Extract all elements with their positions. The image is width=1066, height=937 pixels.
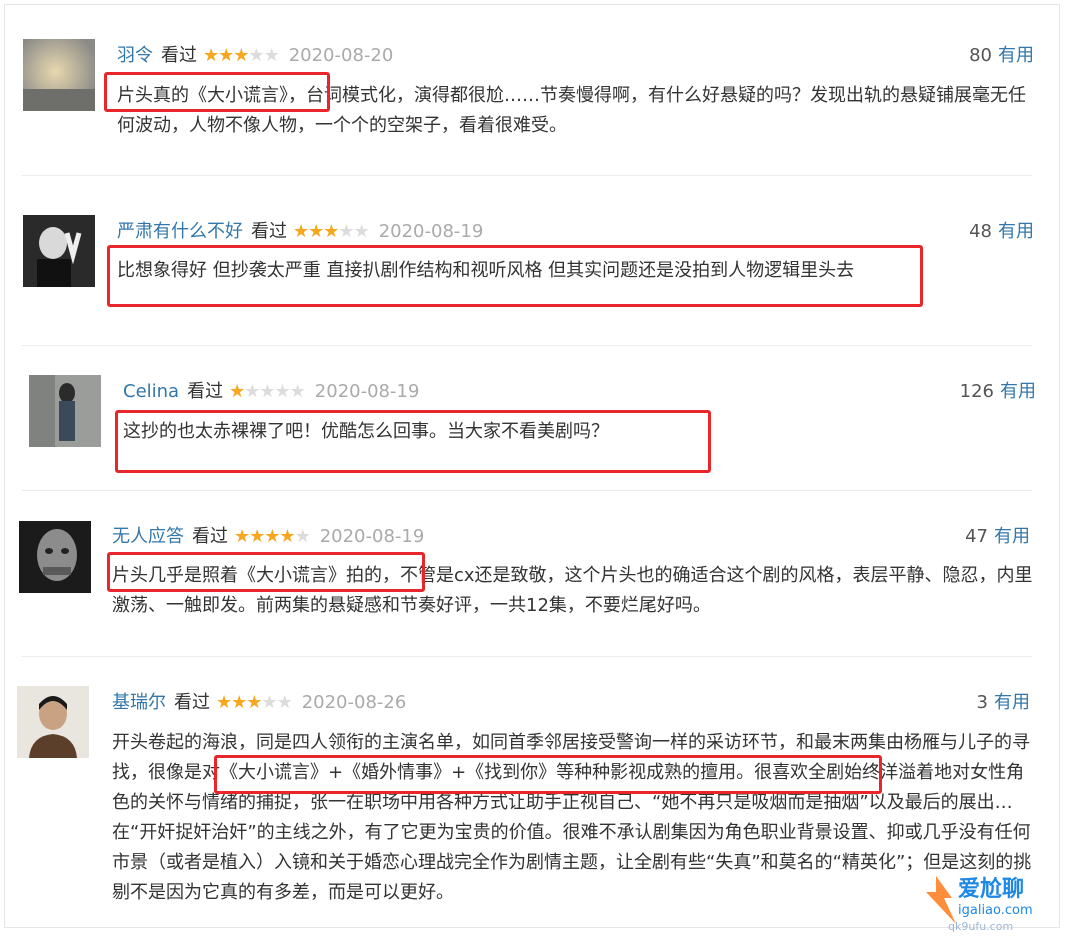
star-filled-icon: ★	[293, 221, 309, 242]
review-date: 2020-08-20	[288, 45, 394, 66]
review-date: 2020-08-19	[319, 526, 425, 547]
highlight-box	[115, 410, 711, 473]
highlight-box	[214, 755, 882, 794]
review-date: 2020-08-19	[314, 381, 420, 402]
watch-status: 看过	[187, 381, 224, 402]
star-filled-icon: ★	[218, 45, 234, 66]
useful-button[interactable]: 有用	[1000, 381, 1036, 402]
watch-status: 看过	[161, 45, 197, 66]
star-filled-icon: ★	[279, 526, 295, 547]
review-date: 2020-08-26	[301, 692, 407, 713]
username[interactable]: Celina	[123, 380, 179, 404]
star-filled-icon: ★	[234, 526, 250, 547]
star-empty-icon: ★	[274, 381, 291, 402]
star-filled-icon: ★	[264, 526, 280, 547]
rating-stars: ★★★★★	[216, 691, 293, 715]
watch-status: 看过	[192, 526, 228, 547]
rating-stars: ★★★★★	[293, 220, 370, 244]
star-filled-icon: ★	[216, 692, 232, 713]
useful-button[interactable]: 有用	[994, 692, 1030, 713]
vote-count: 80	[969, 45, 992, 66]
rating-stars: ★★★★★	[203, 44, 280, 68]
star-empty-icon: ★	[353, 221, 370, 242]
avatar[interactable]	[19, 521, 91, 593]
star-filled-icon: ★	[231, 692, 247, 713]
star-empty-icon: ★	[248, 45, 264, 66]
star-empty-icon: ★	[276, 692, 293, 713]
useful-button[interactable]: 有用	[998, 45, 1034, 66]
vote-count: 126	[959, 381, 994, 402]
username[interactable]: 基瑞尔	[112, 691, 166, 715]
star-filled-icon: ★	[203, 45, 219, 66]
avatar[interactable]	[23, 215, 95, 287]
star-filled-icon: ★	[249, 526, 265, 547]
rating-stars: ★★★★★	[229, 380, 306, 404]
star-empty-icon: ★	[294, 526, 311, 547]
vote-count: 3	[976, 692, 988, 713]
username[interactable]: 无人应答	[112, 525, 184, 549]
watch-status: 看过	[251, 221, 287, 242]
star-empty-icon: ★	[261, 692, 277, 713]
rating-stars: ★★★★★	[234, 525, 311, 549]
avatar[interactable]	[23, 39, 95, 111]
divider	[22, 490, 1032, 491]
star-empty-icon: ★	[263, 45, 280, 66]
watermark-url-secondary: qk9ufu.com	[948, 920, 1013, 933]
star-empty-icon: ★	[259, 381, 275, 402]
star-filled-icon: ★	[229, 381, 245, 402]
star-filled-icon: ★	[323, 221, 339, 242]
username[interactable]: 严肃有什么不好	[117, 220, 243, 244]
avatar[interactable]	[17, 686, 89, 758]
useful-button[interactable]: 有用	[994, 526, 1030, 547]
star-empty-icon: ★	[244, 381, 260, 402]
star-filled-icon: ★	[308, 221, 324, 242]
useful-button[interactable]: 有用	[998, 221, 1034, 242]
star-empty-icon: ★	[338, 221, 354, 242]
username[interactable]: 羽令	[117, 44, 153, 68]
watch-status: 看过	[174, 692, 210, 713]
highlight-box	[104, 72, 330, 112]
review-date: 2020-08-19	[378, 221, 484, 242]
vote-count: 48	[969, 221, 992, 242]
watermark-title: 爱尬聊	[958, 876, 1024, 902]
star-filled-icon: ★	[233, 45, 249, 66]
star-empty-icon: ★	[289, 381, 306, 402]
watermark-url: igaliao.com	[958, 903, 1033, 918]
divider	[22, 175, 1032, 176]
vote-count: 47	[965, 526, 988, 547]
star-filled-icon: ★	[246, 692, 262, 713]
highlight-box	[107, 552, 425, 592]
highlight-box	[107, 245, 923, 307]
divider	[22, 345, 1032, 346]
avatar[interactable]	[29, 375, 101, 447]
site-watermark-logo: 爱尬聊 igaliao.com qk9ufu.com	[918, 868, 1066, 933]
divider	[22, 656, 1032, 657]
